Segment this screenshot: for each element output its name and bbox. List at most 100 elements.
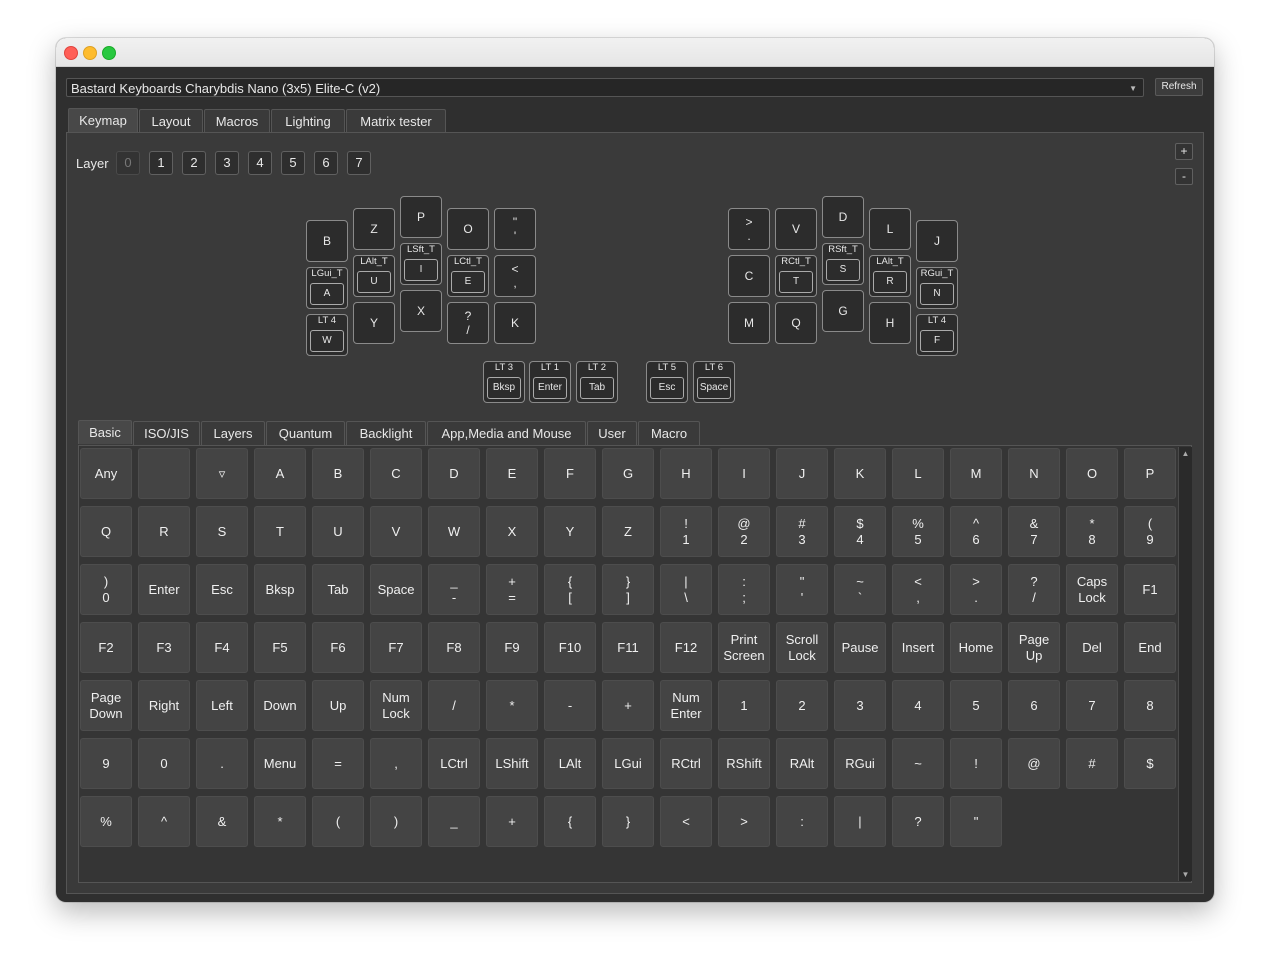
keymap-thumb-left-0[interactable]: LT 3 Bksp <box>483 361 525 403</box>
keycode-button[interactable]: F3 <box>138 622 190 673</box>
keycode-button[interactable]: U <box>312 506 364 557</box>
keycode-button[interactable]: N <box>1008 448 1060 499</box>
scroll-down-icon[interactable]: ▼ <box>1179 869 1192 880</box>
keycode-button[interactable]: Del <box>1066 622 1118 673</box>
keymap-left-r2c0[interactable]: LT 4 W <box>306 314 348 356</box>
keycode-button[interactable]: ▿ <box>196 448 248 499</box>
keycode-button[interactable]: G <box>602 448 654 499</box>
keycode-button[interactable]: Right <box>138 680 190 731</box>
keycode-button[interactable]: } <box>602 796 654 847</box>
keymap-left-r2c2[interactable]: X <box>400 290 442 332</box>
keycode-button[interactable]: Scroll Lock <box>776 622 828 673</box>
key-picker-scrollbar[interactable]: ▲ ▼ <box>1178 447 1192 881</box>
keycode-button[interactable]: Any <box>80 448 132 499</box>
keymap-left-r0c4[interactable]: " ' <box>494 208 536 250</box>
keymap-left-r1c3[interactable]: LCtl_T E <box>447 255 489 297</box>
keycode-button[interactable]: # <box>1066 738 1118 789</box>
keycode-button[interactable]: ^ <box>138 796 190 847</box>
keycode-button[interactable]: LShift <box>486 738 538 789</box>
keycode-button[interactable]: ~ ` <box>834 564 886 615</box>
keycode-button[interactable]: ? / <box>1008 564 1060 615</box>
keycode-button[interactable]: K <box>834 448 886 499</box>
keycode-button[interactable]: _ - <box>428 564 480 615</box>
keycode-button[interactable]: | <box>834 796 886 847</box>
keycode-button[interactable]: Left <box>196 680 248 731</box>
keycode-button[interactable]: F10 <box>544 622 596 673</box>
keycode-button[interactable]: { [ <box>544 564 596 615</box>
keycode-button[interactable]: RCtrl <box>660 738 712 789</box>
keycode-button[interactable]: 3 <box>834 680 886 731</box>
keymap-thumb-left-1[interactable]: LT 1 Enter <box>529 361 571 403</box>
keymap-left-r0c3[interactable]: O <box>447 208 489 250</box>
keymap-thumb-right-1[interactable]: LT 6 Space <box>693 361 735 403</box>
keymap-right-r2c0[interactable]: M <box>728 302 770 344</box>
keycode-button[interactable]: Insert <box>892 622 944 673</box>
keycode-button[interactable]: E <box>486 448 538 499</box>
keycode-button[interactable]: F11 <box>602 622 654 673</box>
tab-macros[interactable]: Macros <box>204 109 270 133</box>
keycode-button[interactable]: % <box>80 796 132 847</box>
keycode-button[interactable]: 9 <box>80 738 132 789</box>
keycode-button[interactable]: F2 <box>80 622 132 673</box>
keycode-button[interactable]: RGui <box>834 738 886 789</box>
layer-button-2[interactable]: 2 <box>182 151 206 175</box>
keycode-button[interactable]: F7 <box>370 622 422 673</box>
keymap-left-r2c3[interactable]: ? / <box>447 302 489 344</box>
keymap-right-r1c2[interactable]: RSft_T S <box>822 243 864 285</box>
remove-layer-button[interactable]: - <box>1175 168 1193 185</box>
keycode-button[interactable]: } ] <box>602 564 654 615</box>
keycode-button[interactable]: F <box>544 448 596 499</box>
keycode-button[interactable]: 7 <box>1066 680 1118 731</box>
keycode-button[interactable]: ( 9 <box>1124 506 1176 557</box>
keycode-button[interactable]: ( <box>312 796 364 847</box>
keycode-button[interactable]: A <box>254 448 306 499</box>
tab-app-media-mouse[interactable]: App,Media and Mouse <box>427 421 586 445</box>
keycode-button[interactable]: V <box>370 506 422 557</box>
layer-button-6[interactable]: 6 <box>314 151 338 175</box>
keycode-button[interactable]: , <box>370 738 422 789</box>
keymap-right-r2c2[interactable]: G <box>822 290 864 332</box>
keymap-right-r2c3[interactable]: H <box>869 302 911 344</box>
keycode-button[interactable]: _ <box>428 796 480 847</box>
tab-user[interactable]: User <box>587 421 637 445</box>
keyboard-select[interactable]: Bastard Keyboards Charybdis Nano (3x5) E… <box>66 78 1144 97</box>
tab-lighting[interactable]: Lighting <box>271 109 345 133</box>
keycode-button[interactable]: C <box>370 448 422 499</box>
keymap-left-r1c1[interactable]: LAlt_T U <box>353 255 395 297</box>
keymap-left-r0c0[interactable]: B <box>306 220 348 262</box>
keycode-button[interactable]: * <box>486 680 538 731</box>
keycode-button[interactable]: LGui <box>602 738 654 789</box>
keymap-left-r1c4[interactable]: < , <box>494 255 536 297</box>
layer-button-0[interactable]: 0 <box>116 151 140 175</box>
keycode-button[interactable]: X <box>486 506 538 557</box>
keymap-left-r2c1[interactable]: Y <box>353 302 395 344</box>
keycode-button[interactable]: ) <box>370 796 422 847</box>
keycode-button[interactable]: Y <box>544 506 596 557</box>
keycode-button[interactable]: T <box>254 506 306 557</box>
keycode-button[interactable]: Enter <box>138 564 190 615</box>
tab-matrix-tester[interactable]: Matrix tester <box>346 109 446 133</box>
zoom-window-button[interactable] <box>102 46 116 60</box>
keycode-button[interactable]: 5 <box>950 680 1002 731</box>
keycode-button[interactable]: F1 <box>1124 564 1176 615</box>
keycode-button[interactable]: * <box>254 796 306 847</box>
minimize-window-button[interactable] <box>83 46 97 60</box>
keycode-button[interactable]: F5 <box>254 622 306 673</box>
keycode-button[interactable]: LAlt <box>544 738 596 789</box>
scroll-up-icon[interactable]: ▲ <box>1179 448 1192 459</box>
keymap-right-r0c4[interactable]: J <box>916 220 958 262</box>
keycode-button[interactable]: Esc <box>196 564 248 615</box>
keycode-button[interactable]: ! <box>950 738 1002 789</box>
add-layer-button[interactable]: + <box>1175 143 1193 160</box>
keycode-button[interactable]: B <box>312 448 364 499</box>
keycode-button[interactable]: I <box>718 448 770 499</box>
keycode-button[interactable]: Up <box>312 680 364 731</box>
keycode-button[interactable]: 1 <box>718 680 770 731</box>
tab-macro[interactable]: Macro <box>638 421 700 445</box>
keymap-right-r2c1[interactable]: Q <box>775 302 817 344</box>
keycode-button[interactable]: 2 <box>776 680 828 731</box>
keymap-right-r2c4[interactable]: LT 4 F <box>916 314 958 356</box>
keycode-button[interactable]: $ <box>1124 738 1176 789</box>
keymap-right-r0c3[interactable]: L <box>869 208 911 250</box>
keycode-button[interactable]: F4 <box>196 622 248 673</box>
